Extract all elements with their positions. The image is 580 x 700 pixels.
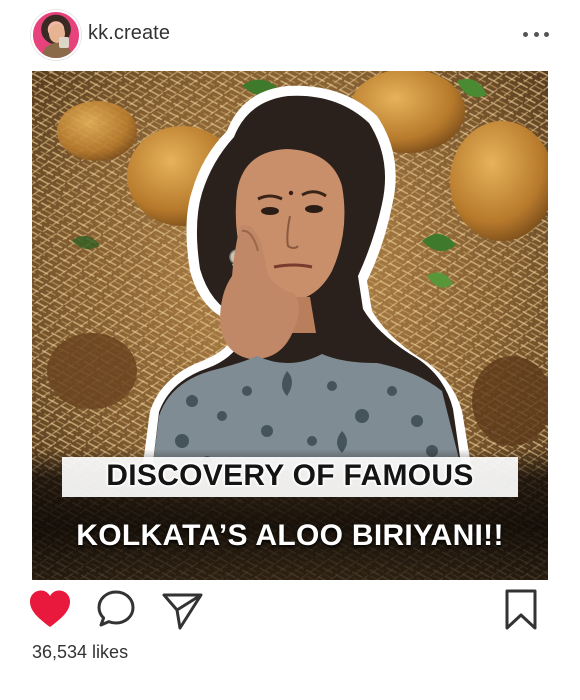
action-bar xyxy=(0,588,580,638)
post-header: kk.create xyxy=(0,0,580,68)
more-dot xyxy=(544,31,549,37)
caption-line-2: KOLKATA’S ALOO BIRIYANI!! xyxy=(76,519,504,552)
avatar[interactable] xyxy=(31,10,81,60)
username[interactable]: kk.create xyxy=(88,22,170,45)
more-dot xyxy=(533,31,539,37)
heart-filled-icon[interactable] xyxy=(28,588,72,632)
likes-count[interactable]: 36,534 likes xyxy=(32,642,128,663)
more-options-icon[interactable] xyxy=(521,24,551,44)
avatar-cup xyxy=(59,37,69,48)
caption-line-1: DISCOVERY OF FAMOUS xyxy=(106,459,474,492)
bookmark-icon[interactable] xyxy=(501,588,545,632)
comment-bubble-icon[interactable] xyxy=(96,588,140,632)
paper-plane-icon[interactable] xyxy=(160,588,204,632)
more-dot xyxy=(523,31,528,37)
post-image[interactable]: DISCOVERY OF FAMOUS KOLKATA’S ALOO BIRIY… xyxy=(32,71,548,580)
